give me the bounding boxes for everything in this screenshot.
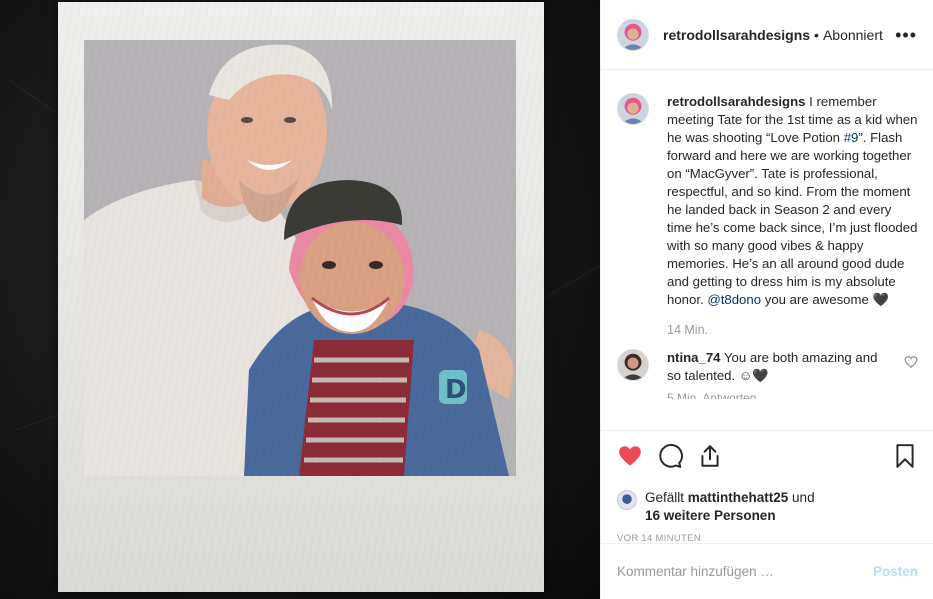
author-username[interactable]: retrodollsarahdesigns xyxy=(663,27,810,43)
background-scratch xyxy=(9,80,60,116)
background-scratch xyxy=(14,412,63,431)
liker-username[interactable]: mattinthehatt25 xyxy=(688,490,789,505)
hashtag-link[interactable]: #9 xyxy=(844,130,859,145)
avatar-image xyxy=(618,19,648,50)
caption-author-avatar[interactable] xyxy=(617,93,649,125)
commenter-username[interactable]: ntina_74 xyxy=(667,350,721,365)
caption-timestamp: 14 Min. xyxy=(667,323,708,337)
follow-status[interactable]: Abonniert xyxy=(823,27,883,43)
post-media[interactable]: D xyxy=(0,0,600,599)
caption-author-username[interactable]: retrodollsarahdesigns xyxy=(667,94,806,109)
share-icon[interactable] xyxy=(697,443,723,469)
likes-others-link[interactable]: 16 weitere Personen xyxy=(645,508,776,523)
likes-summary: Gefällt mattinthehatt25 und 16 weitere Pe… xyxy=(617,489,918,525)
likes-middle: und xyxy=(788,490,815,505)
comment-like-heart-icon[interactable] xyxy=(904,355,918,369)
comment-item: ntina_74 You are both amazing and so tal… xyxy=(617,349,918,385)
mention-link[interactable]: @t8dono xyxy=(707,292,761,307)
avatar-image xyxy=(618,350,648,380)
caption-text-part: you are awesome 🖤 xyxy=(761,292,889,307)
action-icons xyxy=(617,441,918,471)
caption-text-part: ”. Flash forward and here we are working… xyxy=(667,130,918,307)
bookmark-icon[interactable] xyxy=(892,443,918,469)
comment-timestamp: 5 Min. Antworten xyxy=(667,391,757,399)
liker-avatar[interactable] xyxy=(617,490,637,510)
post-header: retrodollsarahdesigns • Abonniert ••• xyxy=(601,0,933,70)
background-scratch xyxy=(539,265,600,301)
comment-text: ntina_74 You are both amazing and so tal… xyxy=(667,349,887,385)
post-actions: Gefällt mattinthehatt25 und 16 weitere Pe… xyxy=(601,430,933,544)
avatar-image xyxy=(618,94,648,124)
commenter-avatar[interactable] xyxy=(617,349,649,381)
post-sidebar: retrodollsarahdesigns • Abonniert ••• re… xyxy=(600,0,933,599)
photo-illustration: D xyxy=(84,40,516,476)
comment-input[interactable] xyxy=(617,564,873,579)
polaroid-frame: D xyxy=(58,2,544,592)
comment-icon[interactable] xyxy=(657,443,683,469)
caption-text: retrodollsarahdesigns I remember meeting… xyxy=(667,93,918,309)
caption: retrodollsarahdesigns I remember meeting… xyxy=(617,71,918,309)
likes-text: Gefällt mattinthehatt25 und 16 weitere Pe… xyxy=(645,489,815,525)
post-comment-button[interactable]: Posten xyxy=(873,564,918,579)
header-separator: • xyxy=(814,26,819,43)
comments-section[interactable]: retrodollsarahdesigns I remember meeting… xyxy=(601,71,933,429)
add-comment-bar: Posten xyxy=(601,543,933,599)
likes-prefix: Gefällt xyxy=(645,490,688,505)
post-photo: D xyxy=(84,40,516,476)
svg-text:D: D xyxy=(445,375,467,405)
heart-filled-icon[interactable] xyxy=(617,443,643,469)
author-avatar[interactable] xyxy=(617,18,649,51)
more-options-icon[interactable]: ••• xyxy=(895,26,917,44)
